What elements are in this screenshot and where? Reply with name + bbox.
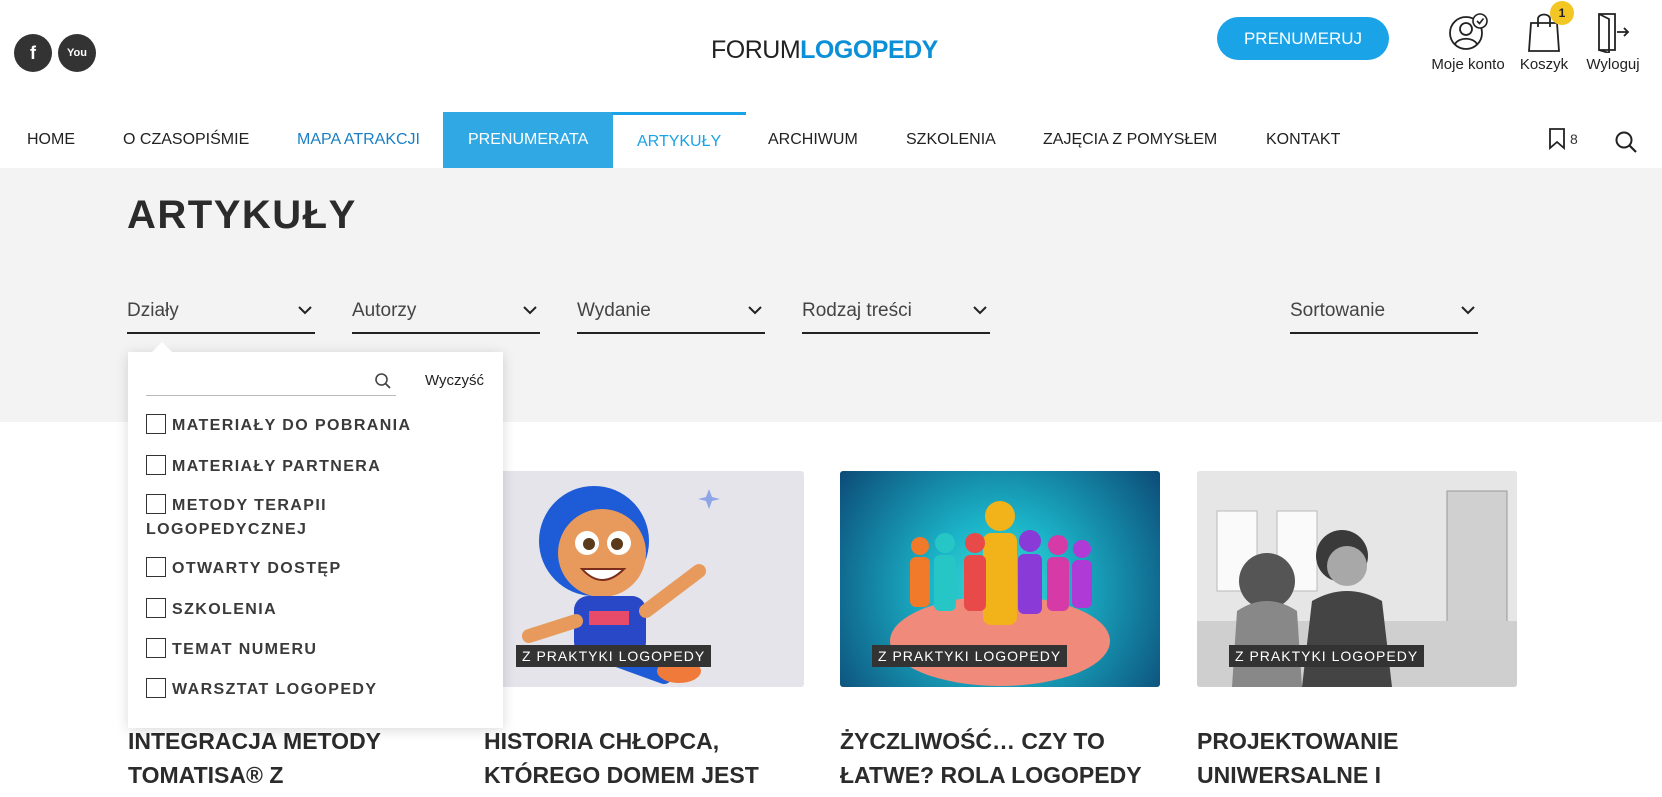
nav-kontakt[interactable]: KONTAKT	[1266, 112, 1340, 168]
clear-button[interactable]: Wyczyść	[425, 372, 484, 389]
chevron-down-icon	[973, 306, 987, 315]
checkbox[interactable]	[146, 414, 166, 434]
option-label: MATERIAŁY PARTNERA	[172, 458, 382, 475]
filter-label: Sortowanie	[1290, 300, 1386, 321]
filter-sortowanie[interactable]: Sortowanie	[1290, 300, 1478, 334]
category-badge[interactable]: Z PRAKTYKI LOGOPEDY	[1229, 645, 1425, 667]
logo-text-forum: FORUM	[711, 36, 801, 64]
youtube-icon[interactable]: You	[58, 34, 96, 72]
checkbox[interactable]	[146, 638, 166, 658]
nav-o-czasopismie[interactable]: O CZASOPIŚMIE	[123, 112, 249, 168]
article-title[interactable]: PROJEKTOWANIE UNIWERSALNE I	[1197, 724, 1517, 792]
search-icon[interactable]	[374, 372, 392, 390]
page-title: ARTYKUŁY	[127, 193, 357, 237]
bookmark-icon	[1549, 128, 1565, 150]
account-label: Moje konto	[1431, 56, 1505, 73]
nav-mapa-atrakcji[interactable]: MAPA ATRAKCJI	[297, 112, 420, 168]
option-materialy-do-pobrania[interactable]: MATERIAŁY DO POBRANIA	[146, 414, 486, 438]
checkbox[interactable]	[146, 455, 166, 475]
chevron-down-icon	[1461, 306, 1475, 315]
option-warsztat-logopedy[interactable]: WARSZTAT LOGOPEDY	[146, 678, 486, 702]
nav-artykuly[interactable]: ARTYKUŁY	[612, 112, 747, 168]
bookmark-count: 8	[1570, 131, 1578, 147]
site-header: f You FORUMLOGOPEDY PRENUMERUJ Moje kont…	[0, 0, 1662, 112]
dropdown-search-input[interactable]	[146, 366, 356, 394]
article-card-image[interactable]: Z PRAKTYKI LOGOPEDY	[1197, 471, 1517, 687]
option-metody-terapii[interactable]: METODY TERAPII LOGOPEDYCZNEJ	[146, 494, 486, 542]
user-icon	[1424, 8, 1512, 56]
logo-text-logopedy: LOGOPEDY	[800, 36, 938, 64]
option-otwarty-dostep[interactable]: OTWARTY DOSTĘP	[146, 557, 486, 581]
option-label: SZKOLENIA	[172, 601, 278, 618]
filter-dzialy[interactable]: Działy	[127, 300, 315, 334]
filter-label: Rodzaj treści	[802, 300, 912, 321]
option-label: OTWARTY DOSTĘP	[172, 560, 342, 577]
logout-link[interactable]: Wyloguj	[1580, 8, 1646, 73]
checkbox[interactable]	[146, 557, 166, 577]
account-link[interactable]: Moje konto	[1424, 8, 1512, 73]
nav-zajecia-z-pomyslem[interactable]: ZAJĘCIA Z POMYSŁEM	[1043, 112, 1217, 168]
category-badge[interactable]: Z PRAKTYKI LOGOPEDY	[516, 645, 712, 667]
filter-wydanie[interactable]: Wydanie	[577, 300, 765, 334]
bookmarks-link[interactable]: 8	[1548, 128, 1578, 150]
dropdown-search	[146, 366, 396, 396]
filter-label: Wydanie	[577, 300, 651, 321]
article-card-image[interactable]: Z PRAKTYKI LOGOPEDY	[484, 471, 804, 687]
logout-label: Wyloguj	[1586, 56, 1640, 73]
filter-label: Autorzy	[352, 300, 417, 321]
chevron-down-icon	[748, 306, 762, 315]
option-label: METODY TERAPII LOGOPEDYCZNEJ	[146, 497, 328, 538]
option-label: MATERIAŁY DO POBRANIA	[172, 417, 412, 434]
cart-count-badge: 1	[1550, 1, 1574, 25]
cart-link[interactable]: 1 Koszyk	[1516, 1, 1574, 73]
facebook-icon[interactable]: f	[14, 34, 52, 72]
option-label: WARSZTAT LOGOPEDY	[172, 681, 378, 698]
category-badge[interactable]: Z PRAKTYKI LOGOPEDY	[872, 645, 1068, 667]
article-title[interactable]: ŻYCZLIWOŚĆ… CZY TO ŁATWE? ROLA LOGOPEDY	[840, 724, 1160, 792]
cart-label: Koszyk	[1519, 56, 1569, 73]
option-szkolenia[interactable]: SZKOLENIA	[146, 598, 486, 622]
nav-home[interactable]: HOME	[27, 112, 75, 168]
subscribe-button[interactable]: PRENUMERUJ	[1217, 17, 1389, 60]
shopping-bag-icon: 1	[1516, 1, 1574, 56]
nav-prenumerata[interactable]: PRENUMERATA	[443, 112, 614, 168]
filter-label: Działy	[127, 300, 179, 321]
article-title[interactable]: HISTORIA CHŁOPCA, KTÓREGO DOMEM JEST	[484, 724, 804, 792]
main-nav: HOME O CZASOPIŚMIE MAPA ATRAKCJI PRENUME…	[0, 112, 1662, 168]
checkbox[interactable]	[146, 494, 166, 514]
chevron-down-icon	[523, 306, 537, 315]
option-temat-numeru[interactable]: TEMAT NUMERU	[146, 638, 486, 662]
dzialy-dropdown-panel: Wyczyść MATERIAŁY DO POBRANIA MATERIAŁY …	[128, 342, 503, 728]
option-materialy-partnera[interactable]: MATERIAŁY PARTNERA	[146, 455, 486, 479]
article-title[interactable]: INTEGRACJA METODY TOMATISA® Z	[128, 724, 448, 792]
filter-autorzy[interactable]: Autorzy	[352, 300, 540, 334]
logout-door-icon	[1580, 8, 1646, 56]
article-card-image[interactable]: Z PRAKTYKI LOGOPEDY	[840, 471, 1160, 687]
nav-szkolenia[interactable]: SZKOLENIA	[906, 112, 996, 168]
nav-archiwum[interactable]: ARCHIWUM	[768, 112, 858, 168]
checkbox[interactable]	[146, 598, 166, 618]
search-icon[interactable]	[1614, 130, 1638, 159]
site-logo[interactable]: FORUMLOGOPEDY	[711, 36, 938, 65]
chevron-down-icon	[298, 306, 312, 315]
filter-rodzaj-tresci[interactable]: Rodzaj treści	[802, 300, 990, 334]
checkbox[interactable]	[146, 678, 166, 698]
option-label: TEMAT NUMERU	[172, 641, 318, 658]
